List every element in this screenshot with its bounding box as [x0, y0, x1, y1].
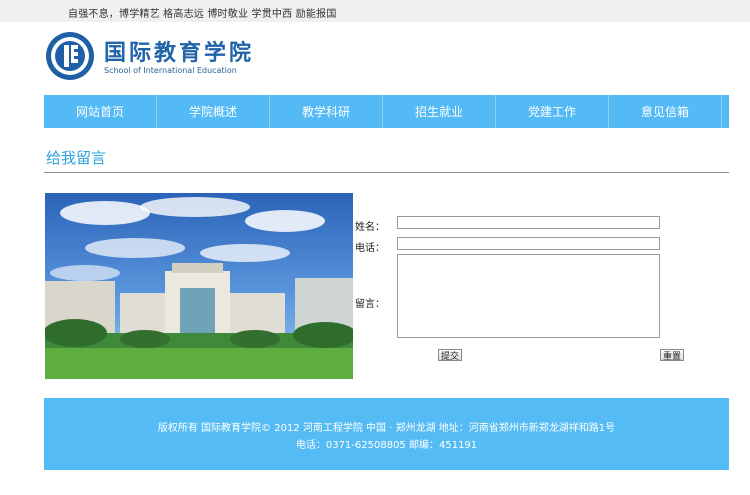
submit-button[interactable]: 提交 [438, 349, 463, 362]
message-textarea[interactable] [397, 254, 660, 338]
motto-text: 自强不息，博学精艺 格高志远 博时敬业 学贯中西 励能报国 [68, 9, 337, 20]
nav-tail [722, 95, 729, 128]
campus-photo [45, 193, 353, 379]
nav-item-research[interactable]: 教学科研 [270, 95, 383, 128]
nav-item-admissions[interactable]: 招生就业 [383, 95, 496, 128]
message-label: 留言： [355, 299, 385, 310]
nav-item-party[interactable]: 党建工作 [496, 95, 609, 128]
name-label: 姓名： [355, 222, 385, 233]
main-nav: 网站首页 学院概述 教学科研 招生就业 党建工作 意见信箱 [44, 95, 729, 128]
footer: 版权所有 国际教育学院© 2012 河南工程学院 中国 · 郑州龙湖 地址：河南… [44, 398, 729, 470]
nav-item-home[interactable]: 网站首页 [44, 95, 157, 128]
title-divider [44, 172, 729, 173]
phone-label: 电话： [355, 243, 385, 254]
school-name-en: School of International Education [104, 66, 237, 75]
top-bar: 自强不息，博学精艺 格高志远 博时敬业 学贯中西 励能报国 [0, 0, 750, 22]
school-emblem-logo [46, 32, 94, 80]
nav-item-overview[interactable]: 学院概述 [157, 95, 270, 128]
footer-copyright: 版权所有 国际教育学院© 2012 河南工程学院 中国 · 郑州龙湖 地址：河南… [157, 423, 616, 434]
reset-button[interactable]: 重置 [660, 349, 685, 362]
name-input[interactable] [397, 216, 660, 229]
phone-input[interactable] [397, 237, 660, 250]
nav-item-feedback[interactable]: 意见信箱 [609, 95, 722, 128]
school-name: 国际教育学院 [104, 40, 255, 66]
footer-contact: 电话：0371-62508805 邮编：451191 [295, 440, 478, 451]
page-title: 给我留言 [46, 149, 107, 167]
